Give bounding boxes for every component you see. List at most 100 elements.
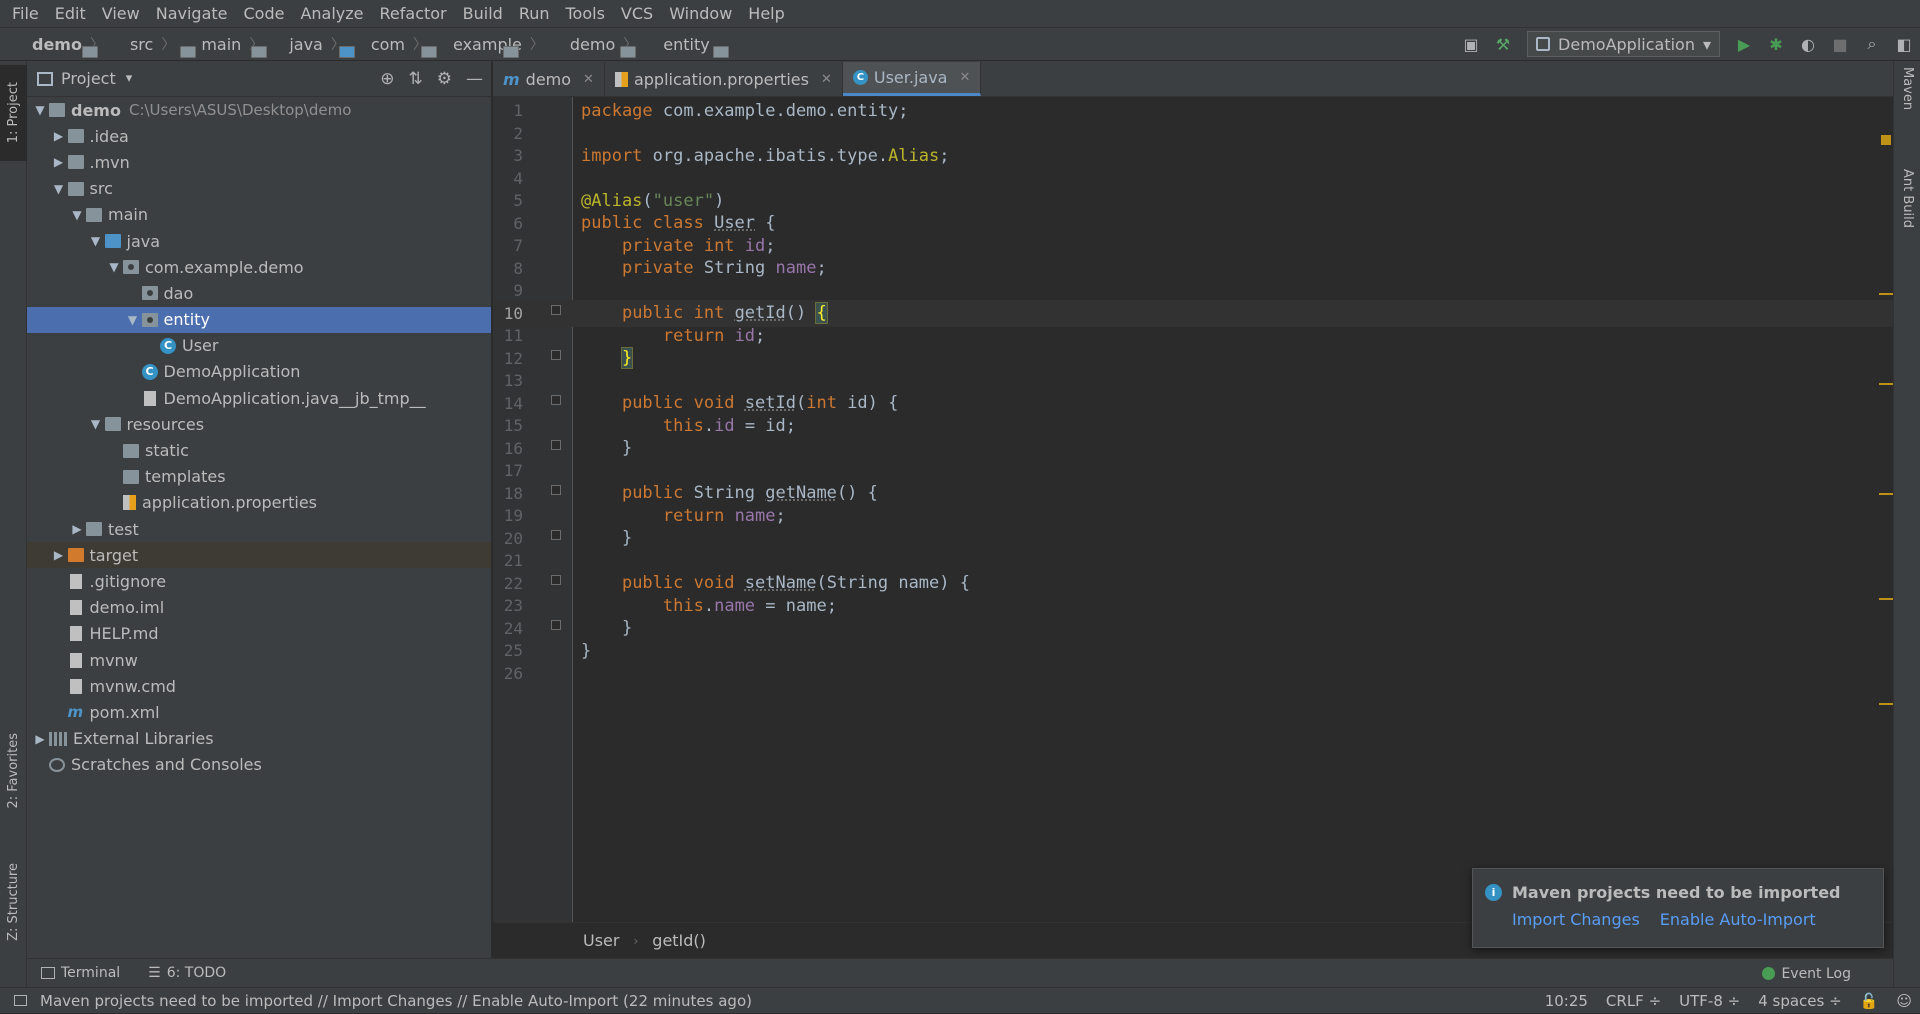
menu-item-view[interactable]: View — [94, 0, 148, 27]
menu-item-window[interactable]: Window — [661, 0, 740, 27]
warning-indicator-icon[interactable] — [1881, 135, 1891, 145]
tree-item[interactable]: DemoApplication.java__jb_tmp__ — [27, 385, 491, 411]
tree-item[interactable]: Scratches and Consoles — [27, 752, 491, 778]
expanded-arrow-icon[interactable]: ▼ — [68, 208, 86, 222]
enable-auto-import-link[interactable]: Enable Auto-Import — [1660, 910, 1816, 929]
caret-position[interactable]: 10:25 — [1545, 992, 1588, 1010]
menu-item-refactor[interactable]: Refactor — [372, 0, 455, 27]
fold-marker-icon[interactable] — [551, 304, 561, 315]
status-panel-icon[interactable] — [14, 995, 27, 1006]
error-stripe[interactable] — [1879, 133, 1893, 922]
tree-item[interactable]: ▼ entity — [27, 306, 491, 333]
menu-item-tools[interactable]: Tools — [558, 0, 613, 27]
breadcrumb-item[interactable]: src 〉 — [108, 34, 196, 58]
tree-item[interactable]: ▶ .idea — [27, 123, 491, 149]
close-icon[interactable]: ✕ — [583, 72, 594, 87]
tree-item[interactable]: ▶ target — [27, 542, 491, 569]
fold-marker-icon[interactable] — [551, 349, 561, 360]
chevron-down-icon[interactable]: ▾ — [126, 71, 133, 86]
tree-item[interactable]: mvnw.cmd — [27, 673, 491, 699]
stop-icon[interactable]: ■ — [1828, 32, 1852, 56]
tree-item[interactable]: ▼ java — [27, 228, 491, 254]
menu-item-file[interactable]: File — [4, 0, 47, 27]
debug-icon[interactable]: ✱ — [1764, 32, 1788, 56]
menu-item-code[interactable]: Code — [236, 0, 293, 27]
tree-item[interactable]: .gitignore — [27, 568, 491, 594]
fold-marker-icon[interactable] — [551, 394, 561, 405]
fold-marker-icon[interactable] — [551, 574, 561, 585]
minimize-icon[interactable]: — — [466, 69, 483, 89]
import-changes-link[interactable]: Import Changes — [1512, 910, 1640, 929]
fold-marker-icon[interactable] — [551, 619, 561, 630]
stripe-mark[interactable] — [1879, 383, 1893, 385]
favorites-tool-tab[interactable]: 2: Favorites — [0, 721, 27, 821]
stripe-mark[interactable] — [1879, 293, 1893, 295]
fold-marker-icon[interactable] — [551, 439, 561, 450]
tree-item[interactable]: static — [27, 437, 491, 463]
menu-item-help[interactable]: Help — [740, 0, 792, 27]
collapsed-arrow-icon[interactable]: ▶ — [31, 732, 49, 746]
line-separator[interactable]: CRLF ÷ — [1606, 992, 1661, 1010]
file-encoding[interactable]: UTF-8 ÷ — [1679, 992, 1740, 1010]
menu-item-navigate[interactable]: Navigate — [148, 0, 236, 27]
tree-item[interactable]: m pom.xml — [27, 699, 491, 725]
status-message[interactable]: Maven projects need to be imported // Im… — [40, 992, 752, 1010]
ant-build-tool-tab[interactable]: Ant Build — [1894, 169, 1920, 269]
expanded-arrow-icon[interactable]: ▼ — [31, 103, 49, 117]
close-icon[interactable]: ✕ — [821, 72, 832, 87]
expanded-arrow-icon[interactable]: ▼ — [50, 182, 68, 196]
tree-item[interactable]: C User — [27, 333, 491, 359]
code-crumb-class[interactable]: User — [583, 931, 619, 950]
tree-item[interactable]: C DemoApplication — [27, 359, 491, 385]
tree-item[interactable]: HELP.md — [27, 621, 491, 647]
expanded-arrow-icon[interactable]: ▼ — [87, 417, 105, 431]
gear-icon[interactable]: ⚙ — [437, 69, 452, 89]
menu-item-analyze[interactable]: Analyze — [292, 0, 371, 27]
collapsed-arrow-icon[interactable]: ▶ — [68, 522, 86, 536]
inspector-icon[interactable]: ☺ — [1896, 992, 1912, 1010]
coverage-icon[interactable]: ◐ — [1796, 32, 1820, 56]
tree-item[interactable]: ▼ com.example.demo — [27, 254, 491, 280]
breadcrumb-item[interactable]: entity — [641, 35, 730, 58]
maven-tool-tab[interactable]: Maven — [1894, 67, 1920, 147]
collapsed-arrow-icon[interactable]: ▶ — [50, 155, 68, 169]
stripe-mark[interactable] — [1879, 493, 1893, 495]
code-line[interactable]: 26 — [493, 660, 1893, 688]
code-crumb-method[interactable]: getId() — [652, 931, 706, 950]
run-icon[interactable]: ▶ — [1732, 32, 1756, 56]
collapse-all-icon[interactable]: ⇅ — [409, 69, 423, 89]
close-icon[interactable]: ✕ — [959, 70, 970, 85]
tree-item[interactable]: ▼ src — [27, 176, 491, 202]
menu-item-vcs[interactable]: VCS — [613, 0, 661, 27]
structure-tool-tab[interactable]: Z: Structure — [0, 847, 27, 957]
breadcrumb-item[interactable]: com 〉 — [349, 34, 437, 58]
editor-tab[interactable]: m demo ✕ — [493, 62, 605, 96]
tree-item[interactable]: dao — [27, 280, 491, 306]
project-tool-tab[interactable]: 1: Project — [0, 65, 27, 161]
event-log-button[interactable]: Event Log — [1762, 959, 1851, 988]
tree-item[interactable]: ▼ main — [27, 202, 491, 228]
search-icon[interactable]: ⌕ — [1860, 32, 1884, 56]
stripe-mark[interactable] — [1879, 598, 1893, 600]
tree-item[interactable]: ▶ External Libraries — [27, 726, 491, 752]
tree-item[interactable]: ▶ .mvn — [27, 149, 491, 175]
breadcrumb-item[interactable]: java 〉 — [267, 34, 356, 58]
locate-icon[interactable]: ⊕ — [380, 69, 394, 89]
tree-item[interactable]: ▶ test — [27, 516, 491, 542]
expanded-arrow-icon[interactable]: ▼ — [124, 313, 142, 327]
project-panel-title[interactable]: Project — [61, 69, 116, 88]
project-structure-icon[interactable]: ▣ — [1459, 32, 1483, 56]
menu-item-edit[interactable]: Edit — [47, 0, 94, 27]
tree-item[interactable]: ▼ resources — [27, 411, 491, 437]
breadcrumb-item[interactable]: demo 〉 — [548, 34, 637, 58]
menu-item-run[interactable]: Run — [511, 0, 558, 27]
editor-tab[interactable]: C User.java ✕ — [842, 62, 982, 96]
breadcrumb-item[interactable]: example 〉 — [431, 34, 544, 58]
tree-item[interactable]: application.properties — [27, 490, 491, 516]
code-editor[interactable]: 1 package com.example.demo.entity; 2 3 impor… — [493, 97, 1893, 922]
collapsed-arrow-icon[interactable]: ▶ — [50, 129, 68, 143]
breadcrumb-item[interactable]: demo 〉 — [10, 34, 104, 58]
editor-tab[interactable]: application.properties ✕ — [605, 62, 843, 96]
tree-item[interactable]: ▼ demo C:\Users\ASUS\Desktop\demo — [27, 97, 491, 123]
fold-marker-icon[interactable] — [551, 529, 561, 540]
